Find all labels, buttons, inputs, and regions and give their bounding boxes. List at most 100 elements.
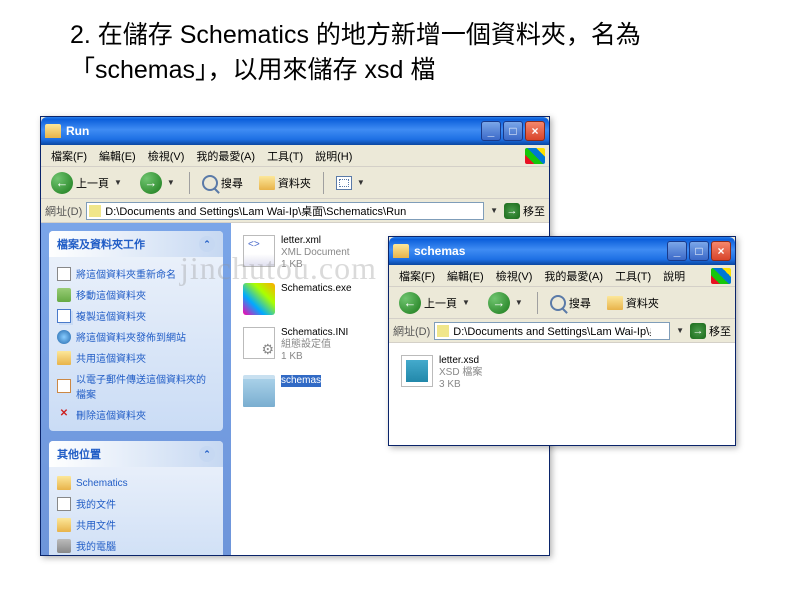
menu-tools[interactable]: 工具(T) [609,266,657,286]
places-panel: 其他位置 ⌃ Schematics我的文件共用文件我的電腦網路上的芳鄰 [49,441,223,555]
chevron-down-icon[interactable]: ▼ [488,206,500,215]
chevron-down-icon[interactable]: ▼ [355,178,367,187]
address-input[interactable] [86,202,484,220]
task-item[interactable]: 以電子郵件傳送這個資料夾的檔案 [57,368,215,404]
task-item[interactable]: Schematics [57,473,215,493]
sub-titlebar[interactable]: schemas _ □ × [389,237,735,265]
address-input[interactable] [434,322,670,340]
menu-tools[interactable]: 工具(T) [261,146,309,166]
file-type: XML Document [281,247,350,259]
sub-toolbar: ← 上一頁 ▼ → ▼ 搜尋 資料夾 [389,287,735,319]
go-button[interactable]: → 移至 [504,203,545,219]
close-button[interactable]: × [525,121,545,141]
chevron-down-icon[interactable]: ▼ [460,298,472,307]
xsd-file-icon [401,355,433,387]
go-button[interactable]: → 移至 [690,323,731,339]
search-icon [550,295,566,311]
task-label: 複製這個資料夾 [76,308,146,323]
task-item[interactable]: 複製這個資料夾 [57,305,215,326]
forward-button[interactable]: → ▼ [482,288,531,318]
task-item[interactable]: 我的文件 [57,493,215,514]
folders-label: 資料夾 [626,295,659,311]
sub-file-list[interactable]: letter.xsdXSD 檔案3 KB [389,343,735,445]
minimize-button[interactable]: _ [667,241,687,261]
chevron-down-icon[interactable]: ▼ [674,326,686,335]
window-title: schemas [414,244,667,258]
task-label: 共用文件 [76,517,116,532]
file-type: 組態設定值 [281,339,348,351]
folders-button[interactable]: 資料夾 [601,291,665,315]
back-label: 上一頁 [76,175,109,191]
chevron-down-icon[interactable]: ▼ [112,178,124,187]
search-button[interactable]: 搜尋 [544,291,597,315]
file-size: 1 KB [281,259,350,271]
task-label: 共用這個資料夾 [76,350,146,365]
separator [189,172,190,194]
file-item[interactable]: letter.xsdXSD 檔案3 KB [397,351,727,395]
window-title: Run [66,124,481,138]
task-label: 移動這個資料夾 [76,287,146,302]
maximize-button[interactable]: □ [689,241,709,261]
menu-favorites[interactable]: 我的最愛(A) [538,266,609,286]
forward-button[interactable]: → ▼ [134,168,183,198]
task-label: 我的文件 [76,496,116,511]
task-item[interactable]: 將這個資料夾重新命名 [57,263,215,284]
back-button[interactable]: ← 上一頁 ▼ [393,288,478,318]
views-button[interactable]: ▼ [330,172,373,194]
task-item[interactable]: 我的電腦 [57,535,215,555]
menu-edit[interactable]: 編輯(E) [441,266,490,286]
menu-help[interactable]: 說明(H) [309,146,358,166]
chevron-down-icon[interactable]: ▼ [165,178,177,187]
separator [537,292,538,314]
tasks-panel-header[interactable]: 檔案及資料夾工作 ⌃ [49,231,223,257]
task-item[interactable]: ✕ 刪除這個資料夾 [57,404,215,425]
file-name: Schematics.exe [281,283,352,295]
folders-button[interactable]: 資料夾 [253,171,317,195]
file-type: XSD 檔案 [439,367,482,379]
back-label: 上一頁 [424,295,457,311]
instruction-text: 2. 在儲存 Schematics 的地方新增一個資料夾，名為「schemas」… [70,18,760,88]
task-label: 我的電腦 [76,538,116,553]
menu-view[interactable]: 檢視(V) [142,146,191,166]
views-icon [336,176,352,190]
minimize-button[interactable]: _ [481,121,501,141]
web-icon [57,330,71,344]
places-panel-title: 其他位置 [57,446,101,462]
menu-help[interactable]: 說明 [657,266,691,286]
menu-file[interactable]: 檔案(F) [45,146,93,166]
file-meta: letter.xmlXML Document1 KB [281,235,350,271]
tasks-panel-title: 檔案及資料夾工作 [57,236,145,252]
menu-edit[interactable]: 編輯(E) [93,146,142,166]
folder-icon [57,518,71,532]
task-item[interactable]: 共用這個資料夾 [57,347,215,368]
close-button[interactable]: × [711,241,731,261]
task-label: 刪除這個資料夾 [76,407,146,422]
go-icon: → [504,203,520,219]
task-item[interactable]: 將這個資料夾發佈到網站 [57,326,215,347]
maximize-button[interactable]: □ [503,121,523,141]
delete-icon: ✕ [57,408,71,422]
search-button[interactable]: 搜尋 [196,171,249,195]
chevron-down-icon[interactable]: ▼ [513,298,525,307]
task-item[interactable]: 移動這個資料夾 [57,284,215,305]
back-button[interactable]: ← 上一頁 ▼ [45,168,130,198]
sub-explorer-window: schemas _ □ × 檔案(F) 編輯(E) 檢視(V) 我的最愛(A) … [388,236,736,446]
folders-icon [607,296,623,310]
ini-file-icon [243,327,275,359]
computer-icon [57,539,71,553]
separator [323,172,324,194]
back-icon: ← [399,292,421,314]
go-label: 移至 [709,323,731,339]
menu-view[interactable]: 檢視(V) [490,266,539,286]
side-panel: 檔案及資料夾工作 ⌃ 將這個資料夾重新命名移動這個資料夾複製這個資料夾將這個資料… [41,223,231,555]
doc-icon [57,497,71,511]
menu-favorites[interactable]: 我的最愛(A) [190,146,261,166]
file-name: schemas [281,375,321,387]
main-titlebar[interactable]: Run _ □ × [41,117,549,145]
file-size: 1 KB [281,351,348,363]
places-panel-header[interactable]: 其他位置 ⌃ [49,441,223,467]
task-item[interactable]: 共用文件 [57,514,215,535]
file-name: letter.xml [281,235,350,247]
search-label: 搜尋 [221,175,243,191]
menu-file[interactable]: 檔案(F) [393,266,441,286]
